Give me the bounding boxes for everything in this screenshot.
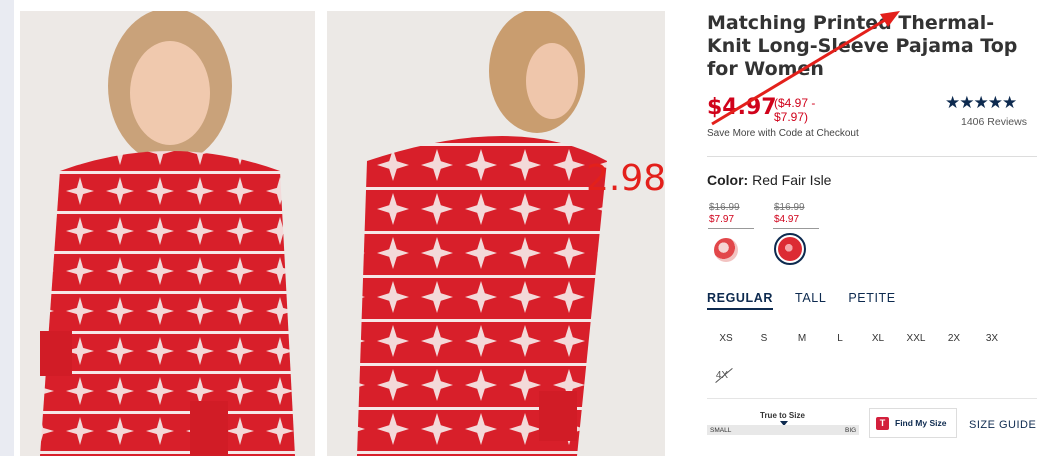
product-image-front[interactable] (20, 11, 315, 456)
product-image-back[interactable] (327, 11, 665, 456)
selected-color-name: Red Fair Isle (752, 172, 832, 188)
find-my-size-label: Find My Size (895, 418, 947, 428)
swatch-1-old-price: $16.99 (709, 202, 740, 213)
rating-stars-icon[interactable]: ★★★★★ (945, 93, 1017, 113)
size-2x[interactable]: 2X (935, 333, 973, 344)
divider (707, 398, 1037, 399)
size-guide-link[interactable]: SIZE GUIDE (969, 419, 1036, 431)
swatch-1-price: $16.99 $7.97 (709, 202, 740, 226)
price-annotation: 2.98 (586, 158, 667, 199)
size-xs[interactable]: XS (707, 333, 745, 344)
swatch-2-old-price: $16.99 (774, 202, 805, 213)
fit-tabs: REGULAR TALL PETITE (707, 291, 896, 310)
color-swatch-2-selected[interactable] (774, 233, 806, 265)
size-4x-unavailable[interactable]: 4X (711, 366, 733, 386)
sale-price: $4.97 (707, 95, 777, 120)
tab-tall[interactable]: TALL (795, 291, 826, 310)
tab-petite[interactable]: PETITE (848, 291, 895, 310)
reviews-link[interactable]: 1406 Reviews (961, 116, 1027, 128)
size-options: XS S M L XL XXL 2X 3X (707, 333, 1011, 344)
promo-text: Save More with Code at Checkout (707, 128, 859, 139)
product-title: Matching Printed Thermal-Knit Long-Sleev… (707, 12, 1018, 80)
size-xxl[interactable]: XXL (897, 333, 935, 344)
size-m[interactable]: M (783, 333, 821, 344)
tab-regular[interactable]: REGULAR (707, 291, 774, 310)
size-l[interactable]: L (821, 333, 859, 344)
fit-scale-big: BIG (845, 427, 857, 434)
color-label: Color: (707, 172, 749, 188)
price-range: ($4.97 - $7.97) (774, 96, 816, 124)
find-my-size-button[interactable]: T Find My Size (869, 408, 957, 438)
color-label-row: Color: Red Fair Isle (707, 172, 831, 188)
size-3x[interactable]: 3X (973, 333, 1011, 344)
swatch-2-fill (778, 237, 802, 261)
size-s[interactable]: S (745, 333, 783, 344)
divider (707, 156, 1037, 157)
true-fit-icon: T (876, 416, 889, 430)
swatch-2-price: $16.99 $4.97 (774, 202, 805, 226)
swatch-2-new-price: $4.97 (774, 214, 800, 225)
size-xl[interactable]: XL (859, 333, 897, 344)
color-swatch-1[interactable] (714, 238, 738, 262)
fit-scale-label: True to Size (760, 411, 805, 420)
page-left-strip (0, 0, 14, 456)
swatch-1-underline (708, 228, 754, 229)
fit-scale-small: SMALL (710, 427, 732, 434)
swatch-2-underline (773, 228, 819, 229)
swatch-1-new-price: $7.97 (709, 214, 735, 225)
